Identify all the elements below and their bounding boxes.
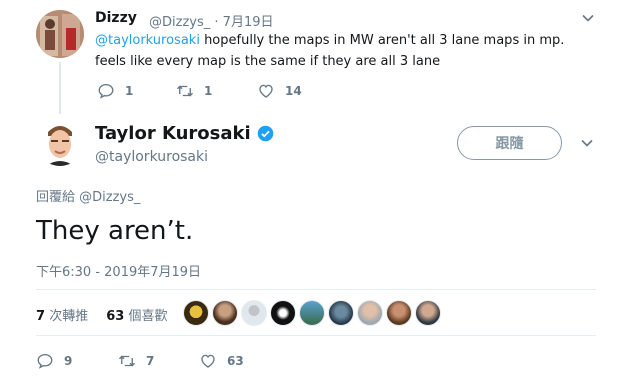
chevron-down-icon[interactable]: [581, 137, 593, 152]
retweet-icon: [119, 355, 135, 367]
reply-author-avatar[interactable]: [36, 10, 84, 58]
main-tweet-text: They aren’t.: [36, 216, 194, 246]
liker-avatar[interactable]: [270, 300, 296, 326]
reply-button[interactable]: 1: [97, 82, 133, 100]
like-stat[interactable]: 63 個喜歡: [106, 305, 167, 324]
liker-avatar[interactable]: [241, 300, 267, 326]
main-retweet-button[interactable]: 7: [118, 352, 154, 370]
verified-badge-icon: [257, 125, 273, 142]
reply-meta: @Dizzys_ · 7月19日: [149, 11, 274, 30]
follow-button[interactable]: 跟隨: [457, 126, 562, 160]
retweet-stat-label: 次轉推: [49, 309, 89, 324]
heart-icon: [201, 354, 215, 368]
reply-icon: [98, 83, 114, 99]
reply-tweet-text: @taylorkurosaki hopefully the maps in MW…: [95, 30, 595, 72]
main-author-name[interactable]: Taylor Kurosaki: [95, 123, 251, 144]
replying-prefix: 回覆給: [36, 190, 76, 205]
replying-to-link[interactable]: @Dizzys_: [79, 190, 140, 205]
retweet-stat[interactable]: 7 次轉推: [36, 305, 88, 324]
liker-avatar[interactable]: [183, 300, 209, 326]
like-stat-count: 63: [106, 309, 125, 324]
tweet-timestamp[interactable]: 下午6:30 - 2019年7月19日: [36, 261, 201, 280]
replying-to-line: 回覆給 @Dizzys_: [36, 186, 140, 205]
main-like-button[interactable]: 63: [199, 352, 244, 370]
main-author-name-row[interactable]: Taylor Kurosaki: [95, 123, 274, 144]
liker-avatar[interactable]: [386, 300, 412, 326]
main-reply-count: 9: [64, 354, 73, 368]
reply-icon: [37, 353, 53, 369]
reply-author-handle[interactable]: @Dizzys_: [149, 15, 210, 30]
main-author-handle[interactable]: @taylorkurosaki: [95, 149, 208, 165]
liker-avatar[interactable]: [357, 300, 383, 326]
like-stat-label: 個喜歡: [128, 309, 168, 324]
reply-count: 1: [125, 84, 134, 98]
main-like-count: 63: [227, 354, 244, 368]
main-author-avatar[interactable]: [36, 118, 84, 166]
reply-date[interactable]: 7月19日: [223, 15, 274, 30]
retweet-stat-count: 7: [36, 309, 46, 324]
reply-mention-link[interactable]: @taylorkurosaki: [95, 33, 200, 48]
like-button[interactable]: 14: [257, 82, 302, 100]
thread-connector-line: [59, 62, 61, 114]
main-reply-button[interactable]: 9: [36, 352, 72, 370]
meta-separator: ·: [214, 15, 219, 30]
retweet-button[interactable]: 1: [176, 82, 212, 100]
retweet-count: 1: [204, 84, 213, 98]
reply-author-name[interactable]: Dizzy: [95, 10, 137, 26]
divider: [36, 335, 596, 336]
liker-avatar[interactable]: [328, 300, 354, 326]
liker-avatars: [183, 300, 444, 326]
liker-avatar[interactable]: [212, 300, 238, 326]
like-count: 14: [285, 84, 302, 98]
liker-avatar[interactable]: [415, 300, 441, 326]
retweet-icon: [177, 85, 193, 97]
heart-icon: [259, 84, 273, 98]
chevron-down-icon[interactable]: [582, 12, 594, 27]
divider: [36, 289, 596, 290]
liker-avatar[interactable]: [299, 300, 325, 326]
tweet-stats: 7 次轉推 63 個喜歡: [36, 305, 167, 324]
main-retweet-count: 7: [146, 354, 155, 368]
